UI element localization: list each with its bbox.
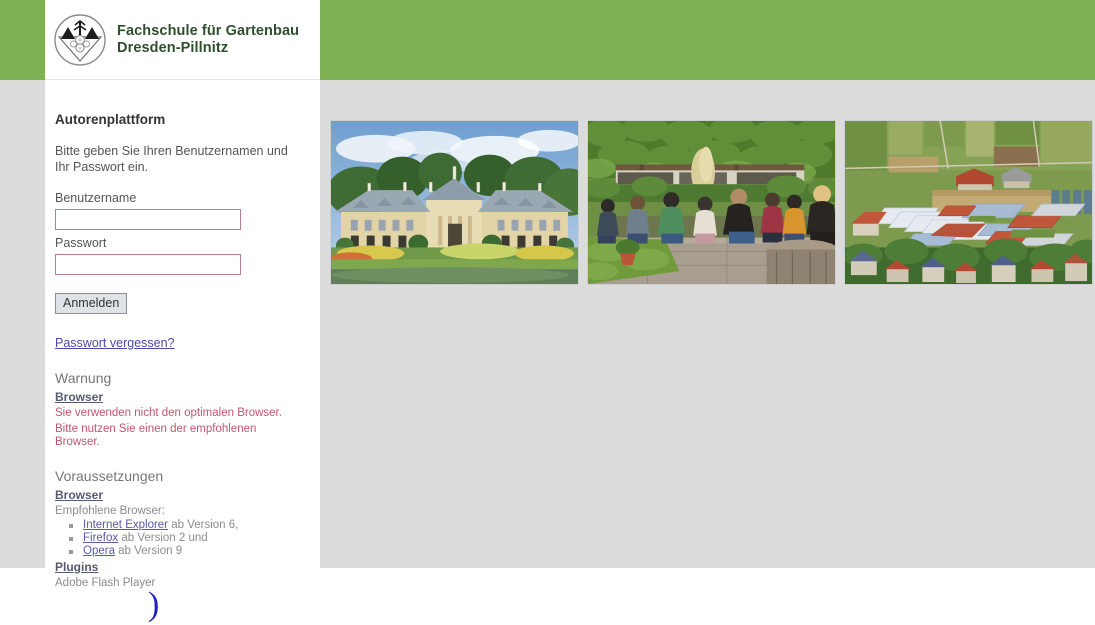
plugins-text: Adobe Flash Player bbox=[55, 577, 156, 589]
username-label: Benutzername bbox=[55, 191, 137, 205]
login-instructions: Bitte geben Sie Ihren Benutzernamen und … bbox=[55, 144, 288, 174]
list-item: Internet Explorer ab Version 6, bbox=[69, 519, 300, 532]
bullet-square-icon bbox=[69, 537, 73, 541]
photo-students bbox=[587, 120, 836, 285]
photo-palace bbox=[330, 120, 579, 285]
forgot-password-link[interactable]: Passwort vergessen? bbox=[55, 336, 175, 350]
logo-panel: Fachschule für Gartenbau Dresden-Pillnit… bbox=[45, 0, 320, 80]
browser-link-internet-explorer[interactable]: Internet Explorer bbox=[83, 519, 168, 531]
requirements-heading: Voraussetzungen bbox=[55, 467, 164, 484]
school-crest-icon bbox=[53, 13, 107, 67]
site-title-line1: Fachschule für Gartenbau bbox=[117, 22, 300, 39]
warning-heading: Warnung bbox=[55, 370, 112, 386]
photo-greenhouses bbox=[844, 120, 1093, 285]
login-submit-button[interactable]: Anmelden bbox=[55, 293, 128, 314]
requirements-subheading-browser: Browser bbox=[55, 487, 104, 502]
site-title: Fachschule für Gartenbau Dresden-Pillnit… bbox=[117, 23, 299, 57]
username-input[interactable] bbox=[55, 209, 241, 230]
warning-line-2: Bitte nutzen Sie einen der empfohlenen B… bbox=[55, 422, 257, 449]
password-label: Passwort bbox=[55, 236, 107, 250]
recommended-browser-list: Internet Explorer ab Version 6, Firefox … bbox=[55, 519, 300, 558]
browser-version-internet-explorer: ab Version 6, bbox=[168, 519, 239, 531]
page-root: Fachschule für Gartenbau Dresden-Pillnit… bbox=[0, 0, 1095, 625]
list-item: Firefox ab Version 2 und bbox=[69, 532, 300, 545]
password-input[interactable] bbox=[55, 254, 241, 275]
page-title: Autorenplattform bbox=[55, 112, 166, 127]
warning-line-1: Sie verwenden nicht den optimalen Browse… bbox=[55, 407, 282, 419]
browser-version-opera: ab Version 9 bbox=[114, 545, 183, 557]
recommended-browsers-intro: Empfohlene Browser: bbox=[55, 504, 165, 517]
footer-glyph: ) bbox=[148, 586, 160, 623]
photo-strip bbox=[330, 120, 1095, 285]
list-item: Opera ab Version 9 bbox=[69, 545, 300, 558]
site-header: Fachschule für Gartenbau Dresden-Pillnit… bbox=[0, 0, 1095, 80]
bullet-square-icon bbox=[69, 550, 73, 554]
bullet-square-icon bbox=[69, 524, 73, 528]
requirements-subheading-plugins: Plugins bbox=[55, 560, 99, 574]
browser-link-opera[interactable]: Opera bbox=[83, 545, 115, 557]
browser-link-firefox[interactable]: Firefox bbox=[83, 532, 118, 544]
site-title-line2: Dresden-Pillnitz bbox=[117, 39, 229, 56]
login-sidebar: Autorenplattform Bitte geben Sie Ihren B… bbox=[45, 80, 320, 589]
browser-version-firefox: ab Version 2 und bbox=[118, 532, 208, 544]
warning-subheading-browser: Browser bbox=[55, 390, 104, 404]
